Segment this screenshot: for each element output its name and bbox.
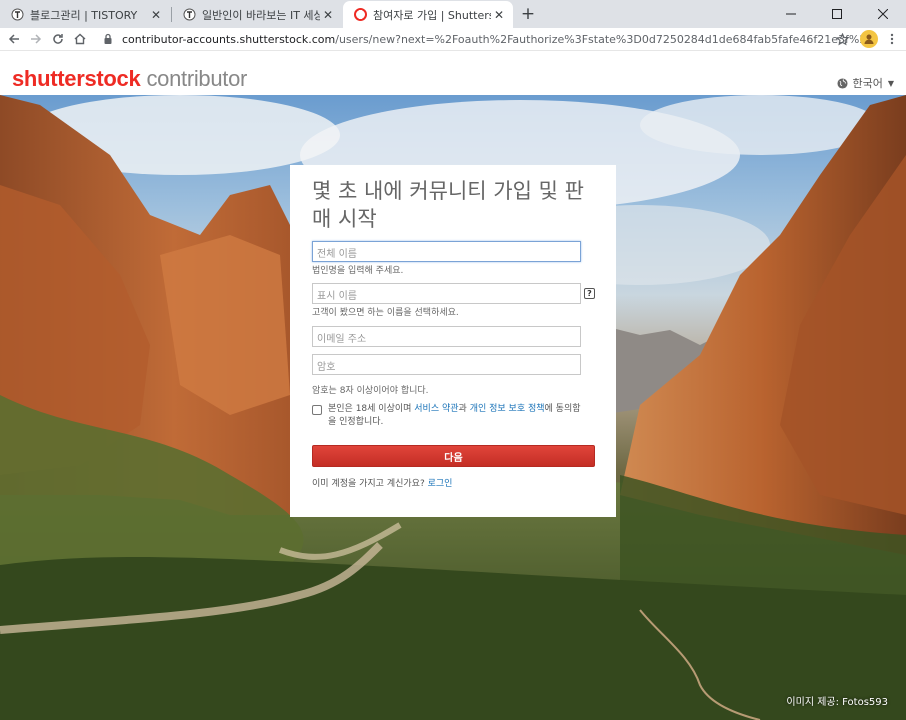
forward-icon[interactable] bbox=[26, 29, 46, 49]
window-close-icon[interactable] bbox=[860, 0, 906, 28]
tab-title: 참여자로 가입 | Shutterstock bbox=[373, 8, 491, 22]
url-text: contributor-accounts.shutterstock.com/us… bbox=[122, 33, 862, 46]
tistory-favicon-icon bbox=[182, 8, 196, 22]
shutterstock-contributor-logo[interactable]: shutterstock contributor bbox=[12, 68, 247, 91]
full-name-input[interactable]: 전체 이름 bbox=[312, 241, 581, 262]
tab-shutterstock[interactable]: 참여자로 가입 | Shutterstock ✕ bbox=[343, 1, 513, 28]
reload-icon[interactable] bbox=[48, 29, 68, 49]
terms-and: 과 bbox=[458, 404, 470, 414]
email-input[interactable]: 이메일 주소 bbox=[312, 326, 581, 347]
terms-text: 본인은 18세 이상이며 서비스 약관과 개인 정보 보호 정책에 동의함을 인… bbox=[328, 403, 588, 429]
close-icon[interactable]: ✕ bbox=[148, 7, 164, 23]
full-name-hint: 법인명을 입력해 주세요. bbox=[312, 266, 404, 276]
next-button[interactable]: 다음 bbox=[312, 445, 595, 467]
tistory-favicon-icon bbox=[10, 8, 24, 22]
tab-title: 블로그관리 | TISTORY bbox=[30, 8, 138, 22]
terms-of-service-link[interactable]: 서비스 약관 bbox=[414, 404, 458, 414]
image-credit: 이미지 제공: Fotos593 bbox=[786, 697, 888, 708]
signup-card: 몇 초 내에 커뮤니티 가입 및 판매 시작 전체 이름 법인명을 입력해 주세… bbox=[290, 165, 616, 517]
login-prompt-text: 이미 계정을 가지고 계신가요? bbox=[312, 479, 428, 489]
tab-title: 일반인이 바라보는 IT 세상 bbox=[202, 8, 320, 22]
caret-down-icon: ▼ bbox=[887, 78, 894, 88]
close-icon[interactable]: ✕ bbox=[491, 7, 507, 23]
brand-name: shutterstock bbox=[12, 66, 141, 91]
password-hint: 암호는 8자 이상이어야 합니다. bbox=[312, 386, 429, 396]
tab-it-world[interactable]: 일반인이 바라보는 IT 세상 ✕ bbox=[172, 1, 342, 28]
maximize-icon[interactable] bbox=[814, 0, 860, 28]
login-prompt: 이미 계정을 가지고 계신가요? 로그인 bbox=[312, 476, 452, 489]
back-icon[interactable] bbox=[4, 29, 24, 49]
tab-tistory[interactable]: 블로그관리 | TISTORY ✕ bbox=[0, 1, 170, 28]
login-link[interactable]: 로그인 bbox=[428, 479, 453, 489]
url-path: /users/new?next=%2Foauth%2Fauthorize%3Fs… bbox=[335, 32, 862, 46]
address-bar[interactable]: contributor-accounts.shutterstock.com/us… bbox=[98, 28, 862, 50]
profile-avatar[interactable] bbox=[860, 30, 878, 48]
shutterstock-favicon-icon bbox=[353, 8, 367, 22]
tab-strip: 블로그관리 | TISTORY ✕ 일반인이 바라보는 IT 세상 ✕ 참여자로… bbox=[0, 0, 906, 28]
home-icon[interactable] bbox=[70, 29, 90, 49]
bookmark-star-icon[interactable] bbox=[832, 29, 852, 49]
site-header: shutterstock contributor 한국어 ▼ bbox=[0, 50, 906, 95]
display-name-hint: 고객이 봤으면 하는 이름을 선택하세요. bbox=[312, 308, 459, 318]
terms-checkbox[interactable] bbox=[312, 405, 322, 415]
lock-icon bbox=[104, 33, 112, 44]
help-icon[interactable]: ? bbox=[584, 288, 595, 299]
browser-toolbar: contributor-accounts.shutterstock.com/us… bbox=[0, 28, 906, 50]
password-input[interactable]: 암호 bbox=[312, 354, 581, 375]
display-name-input[interactable]: 표시 이름 bbox=[312, 283, 581, 304]
menu-kebab-icon[interactable] bbox=[882, 29, 902, 49]
privacy-policy-link[interactable]: 개인 정보 보호 정책 bbox=[470, 404, 545, 414]
brand-sub: contributor bbox=[146, 66, 248, 91]
language-selector[interactable]: 한국어 ▼ bbox=[837, 75, 894, 91]
minimize-icon[interactable] bbox=[768, 0, 814, 28]
signup-heading: 몇 초 내에 커뮤니티 가입 및 판매 시작 bbox=[312, 179, 584, 231]
close-icon[interactable]: ✕ bbox=[320, 7, 336, 23]
new-tab-button[interactable]: + bbox=[517, 3, 539, 25]
terms-prefix: 본인은 18세 이상이며 bbox=[328, 404, 415, 414]
language-label: 한국어 bbox=[852, 77, 883, 90]
globe-icon bbox=[837, 77, 849, 89]
url-host: contributor-accounts.shutterstock.com bbox=[122, 32, 336, 46]
